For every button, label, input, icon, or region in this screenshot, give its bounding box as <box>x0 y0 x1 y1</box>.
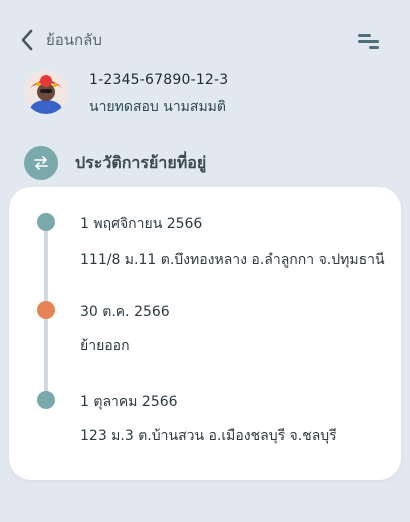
swap-arrows-icon <box>24 146 58 180</box>
timeline-dot <box>37 213 55 231</box>
avatar <box>24 70 68 114</box>
section-title: ประวัติการย้ายที่อยู่ <box>75 152 207 172</box>
back-label: ย้อนกลับ <box>46 31 102 49</box>
timeline-detail: ย้ายออก <box>80 338 130 354</box>
address-history-card: 1 พฤศจิกายน 2566 111/8 ม.11 ต.บึงทองหลาง… <box>9 187 401 480</box>
menu-lines-icon <box>358 32 380 50</box>
id-number: 1-2345-67890-12-3 <box>89 72 229 88</box>
section-header: ประวัติการย้ายที่อยู่ <box>24 146 206 180</box>
timeline-date: 30 ต.ค. 2566 <box>80 304 170 320</box>
timeline-dot <box>37 391 55 409</box>
timeline-dot <box>37 301 55 319</box>
app-header: ย้อนกลับ <box>0 0 410 70</box>
timeline-detail: 123 ม.3 ต.บ้านสวน อ.เมืองชลบุรี จ.ชลบุรี <box>80 428 337 444</box>
menu-button[interactable] <box>358 32 380 50</box>
chevron-left-icon <box>20 29 34 51</box>
back-button[interactable]: ย้อนกลับ <box>20 28 102 52</box>
person-name: นายทดสอบ นามสมมติ <box>89 99 226 115</box>
timeline-detail: 111/8 ม.11 ต.บึงทองหลาง อ.ลำลูกกา จ.ปทุม… <box>80 252 385 268</box>
timeline-date: 1 พฤศจิกายน 2566 <box>80 216 203 232</box>
timeline-date: 1 ตุลาคม 2566 <box>80 394 178 410</box>
profile-summary: 1-2345-67890-12-3 นายทดสอบ นามสมมติ <box>24 68 384 118</box>
